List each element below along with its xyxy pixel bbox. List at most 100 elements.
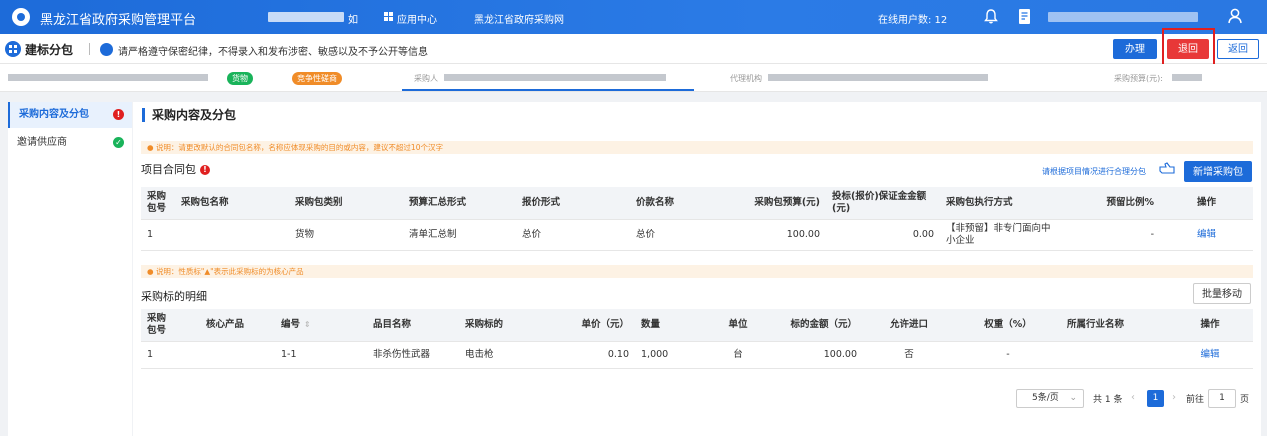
packages-table: 采购包号 采购包名称 采购包类别 预算汇总形式 报价形式 价款名称 采购包预算(… — [141, 187, 1253, 251]
col-quote-form: 报价形式 — [516, 187, 630, 220]
col-industry: 所属行业名称 — [1061, 309, 1167, 342]
divider — [89, 43, 90, 55]
package-hint-link[interactable]: 请根据项目情况进行合理分包 — [1042, 166, 1146, 177]
grid-menu-icon[interactable] — [5, 41, 21, 57]
cell-quote-form: 总价 — [516, 219, 630, 251]
col-package-no: 采购包号 — [141, 309, 175, 342]
col-package-name: 采购包名称 — [175, 187, 289, 220]
page-title: 建标分包 — [25, 43, 74, 57]
page-size-select[interactable]: 5条/页 ⌄ — [1016, 389, 1084, 408]
redacted-username — [1048, 12, 1198, 22]
sub-header: 建标分包 请严格遵守保密纪律，不得录入和发布涉密、敏感以及不予公开等信息 — [0, 34, 1267, 64]
col-unit: 单位 — [721, 309, 755, 342]
cell-budget-form: 清单汇总制 — [403, 219, 516, 251]
redacted-buyer — [444, 74, 666, 81]
col-code-label: 编号 — [281, 318, 301, 330]
cell-reserve-ratio: - — [1058, 219, 1160, 251]
cell-subject: 电击枪 — [459, 341, 551, 369]
current-page[interactable]: 1 — [1147, 390, 1164, 407]
app-center-icon — [384, 12, 393, 21]
sidebar-item-label: 采购内容及分包 — [19, 109, 89, 120]
packages-title: 项目合同包! — [141, 161, 210, 177]
packages-header-row: 采购包号 采购包名称 采购包类别 预算汇总形式 报价形式 价款名称 采购包预算(… — [141, 187, 1253, 220]
sidebar-item-invite-suppliers[interactable]: 邀请供应商 ✓ — [8, 130, 132, 156]
chevron-down-icon: ⌄ — [1069, 393, 1077, 403]
col-import-allowed: 允许进口 — [863, 309, 955, 342]
prev-page-icon[interactable]: ‹ — [1131, 392, 1135, 403]
cell-execution: 【非预留】非专门面向中小企业 — [940, 219, 1058, 251]
col-package-category: 采购包类别 — [289, 187, 403, 220]
page-suffix: 页 — [1240, 395, 1250, 405]
cell-package-name — [175, 219, 289, 251]
sidebar: 采购内容及分包 ! 邀请供应商 ✓ — [8, 102, 132, 436]
items-table: 采购包号 核心产品 编号 ⇕ 品目名称 采购标的 单价（元） 数量 单位 标的金额… — [141, 309, 1253, 369]
warning-icon: ! — [113, 109, 124, 120]
cell-import-allowed: 否 — [863, 341, 955, 369]
col-deposit: 投标(报价)保证金金额(元) — [826, 187, 940, 220]
col-price-name: 价款名称 — [630, 187, 744, 220]
next-page-icon[interactable]: › — [1172, 392, 1176, 403]
redacted-text — [268, 12, 344, 22]
sort-icon[interactable]: ⇕ — [304, 320, 311, 329]
col-budget-form: 预算汇总形式 — [403, 187, 516, 220]
progress-underline — [402, 89, 694, 91]
items-header-row: 采购包号 核心产品 编号 ⇕ 品目名称 采购标的 单价（元） 数量 单位 标的金额… — [141, 309, 1253, 342]
handle-button[interactable]: 办理 — [1113, 39, 1157, 59]
tip-package-name: ● 说明：请更改默认的合同包名称，名称应体现采购的目的或内容，建议不超过10个汉… — [141, 141, 1253, 154]
app-title: 黑龙江省政府采购管理平台 — [40, 13, 197, 28]
bell-icon[interactable] — [984, 9, 998, 24]
check-icon: ✓ — [113, 137, 124, 148]
cell-package-no: 1 — [141, 341, 175, 369]
buyer-label: 采购人 — [414, 74, 438, 83]
batch-move-button[interactable]: 批量移动 — [1193, 283, 1251, 304]
col-item-name: 品目名称 — [367, 309, 459, 342]
redacted-project-name — [8, 74, 208, 81]
speaker-icon — [100, 43, 113, 56]
table-row: 1 货物 清单汇总制 总价 总价 100.00 0.00 【非预留】非专门面向中… — [141, 219, 1253, 251]
cell-unit-price: 0.10 — [551, 341, 635, 369]
online-users: 在线用户数: 12 — [878, 15, 948, 26]
tip-core-product: ● 说明：性质标"▲"表示此采购标的为核心产品 — [141, 265, 1253, 278]
items-title: 采购标的明细 — [141, 290, 207, 303]
back-button[interactable]: 返回 — [1217, 39, 1259, 59]
cell-quantity: 1,000 — [635, 341, 721, 369]
nav-app-center[interactable]: 应用中心 — [397, 11, 437, 26]
col-quantity: 数量 — [635, 309, 721, 342]
col-reserve-ratio: 预留比例% — [1058, 187, 1160, 220]
goto-page-input[interactable]: 1 — [1208, 389, 1236, 408]
edit-item-link[interactable]: 编辑 — [1167, 341, 1253, 369]
col-subject: 采购标的 — [459, 309, 551, 342]
goods-tag: 货物 — [227, 72, 253, 85]
user-icon[interactable] — [1228, 8, 1242, 24]
cell-unit: 台 — [721, 341, 755, 369]
col-code[interactable]: 编号 ⇕ — [275, 309, 367, 342]
pointing-hand-icon — [1159, 162, 1175, 174]
sidebar-item-content[interactable]: 采购内容及分包 ! — [8, 102, 132, 128]
main-panel: 采购内容及分包 ● 说明：请更改默认的合同包名称，名称应体现采购的目的或内容，建… — [133, 102, 1261, 436]
col-actions: 操作 — [1167, 309, 1253, 342]
project-info-row: 货物 竞争性磋商 采购人 代理机构 采购预算(元): — [0, 64, 1267, 92]
cell-package-budget: 100.00 — [744, 219, 826, 251]
page-size-value: 5条/页 — [1032, 393, 1059, 403]
goto-label: 前往 — [1186, 395, 1205, 405]
nav-portal-link[interactable]: 黑龙江省政府采购网 — [474, 11, 564, 26]
document-icon[interactable] — [1018, 8, 1032, 25]
agency-label: 代理机构 — [730, 74, 762, 83]
warning-icon: ! — [200, 165, 210, 175]
cell-weight: - — [955, 341, 1061, 369]
cell-amount: 100.00 — [755, 341, 863, 369]
redacted-agency — [768, 74, 988, 81]
col-unit-price: 单价（元） — [551, 309, 635, 342]
col-actions: 操作 — [1160, 187, 1253, 220]
sidebar-item-label: 邀请供应商 — [17, 137, 67, 148]
add-package-button[interactable]: 新增采购包 — [1184, 161, 1252, 182]
budget-label: 采购预算(元): — [1114, 74, 1163, 83]
nav-redacted-suffix: 如 — [348, 15, 358, 26]
edit-package-link[interactable]: 编辑 — [1160, 219, 1253, 251]
redacted-budget — [1172, 74, 1202, 81]
col-amount: 标的金额（元） — [755, 309, 863, 342]
cell-price-name: 总价 — [630, 219, 744, 251]
table-row: 1 1-1 非杀伤性武器 电击枪 0.10 1,000 台 100.00 否 -… — [141, 341, 1253, 369]
cell-core-product — [175, 341, 275, 369]
method-tag: 竞争性磋商 — [292, 72, 342, 85]
